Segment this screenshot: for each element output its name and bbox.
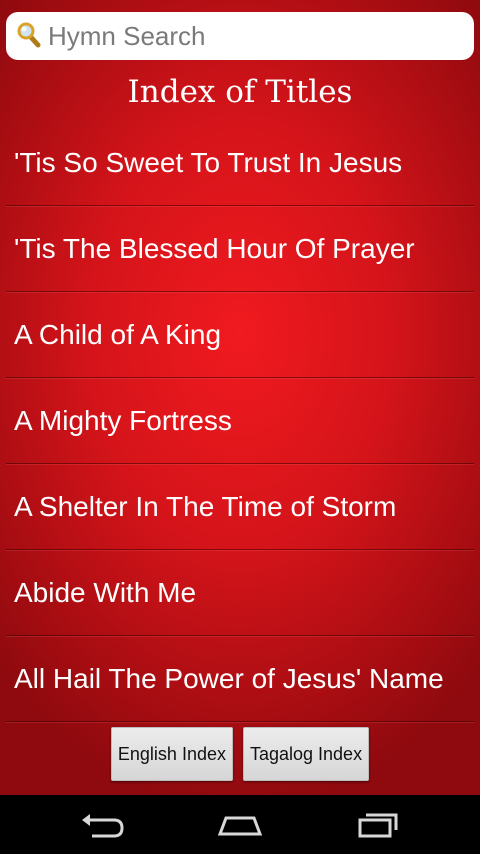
hymn-title: 'Tis So Sweet To Trust In Jesus bbox=[14, 146, 403, 178]
list-item[interactable]: A Shelter In The Time of Storm bbox=[6, 464, 474, 550]
hymn-title: A Child of A King bbox=[14, 318, 222, 350]
magnifier-icon bbox=[16, 21, 46, 51]
tagalog-index-button[interactable]: Tagalog Index bbox=[242, 727, 370, 781]
list-item[interactable]: 'Tis The Blessed Hour Of Prayer bbox=[6, 206, 474, 292]
list-item[interactable]: 'Tis So Sweet To Trust In Jesus bbox=[6, 120, 474, 206]
back-icon[interactable] bbox=[78, 810, 126, 840]
app-screen: Index of Titles 'Tis So Sweet To Trust I… bbox=[0, 0, 480, 795]
list-item[interactable]: A Child of A King bbox=[6, 292, 474, 378]
list-item[interactable]: A Mighty Fortress bbox=[6, 378, 474, 464]
index-button-bar: English Index Tagalog Index bbox=[0, 727, 480, 782]
hymn-title: All Hail The Power of Jesus' Name bbox=[14, 662, 444, 694]
search-bar[interactable] bbox=[6, 12, 474, 60]
hymn-title: 'Tis The Blessed Hour Of Prayer bbox=[14, 232, 415, 264]
hymn-title: A Mighty Fortress bbox=[14, 404, 232, 436]
hymn-title: Abide With Me bbox=[14, 576, 197, 608]
english-index-button[interactable]: English Index bbox=[110, 727, 233, 781]
hymn-list: 'Tis So Sweet To Trust In Jesus 'Tis The… bbox=[0, 120, 480, 722]
page-title: Index of Titles bbox=[127, 74, 353, 110]
home-icon[interactable] bbox=[216, 810, 264, 840]
hymn-title: A Shelter In The Time of Storm bbox=[14, 490, 397, 522]
search-input[interactable] bbox=[48, 16, 458, 56]
recent-apps-icon[interactable] bbox=[354, 810, 402, 840]
list-item[interactable]: All Hail The Power of Jesus' Name bbox=[6, 636, 474, 722]
system-navigation-bar bbox=[0, 795, 480, 854]
list-item[interactable]: Abide With Me bbox=[6, 550, 474, 636]
